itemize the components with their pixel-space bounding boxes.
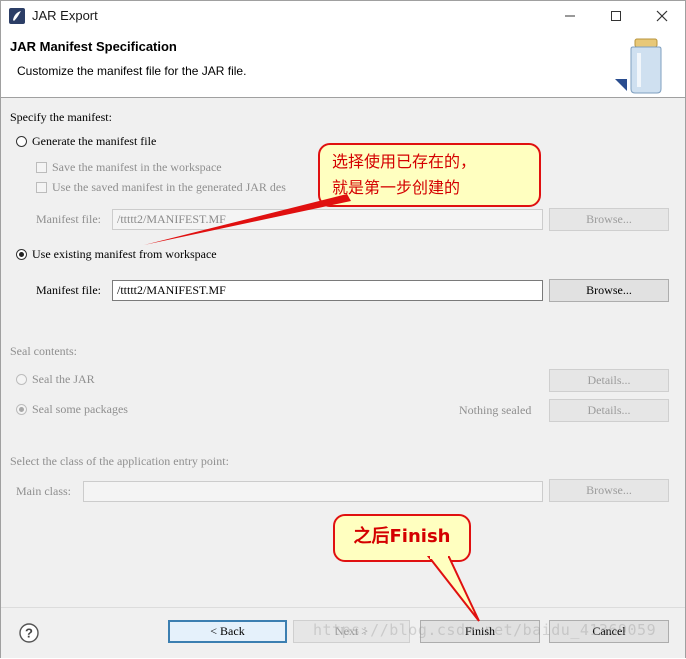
use-saved-manifest-label: Use the saved manifest in the generated … bbox=[52, 180, 286, 194]
seal-jar-label: Seal the JAR bbox=[32, 372, 95, 386]
seal-packages-radio[interactable] bbox=[16, 404, 27, 415]
seal-section-label: Seal contents: bbox=[10, 344, 77, 358]
back-button[interactable]: < Back bbox=[168, 620, 287, 643]
generate-manifest-file-label: Manifest file: bbox=[36, 212, 101, 226]
eclipse-jar-icon bbox=[9, 8, 25, 24]
main-class-label: Main class: bbox=[16, 484, 71, 498]
svg-text:?: ? bbox=[25, 626, 33, 641]
manifest-section-label: Specify the manifest: bbox=[10, 110, 112, 124]
minimize-icon bbox=[565, 15, 575, 17]
seal-packages-label: Seal some packages bbox=[32, 402, 128, 416]
use-existing-manifest-label[interactable]: Use existing manifest from workspace bbox=[32, 247, 217, 262]
generate-browse-button[interactable]: Browse... bbox=[549, 208, 669, 231]
minimize-button[interactable] bbox=[547, 1, 593, 31]
close-button[interactable] bbox=[639, 1, 685, 31]
callout-top-line1: 选择使用已存在的， bbox=[332, 152, 477, 171]
page-title: JAR Manifest Specification bbox=[10, 39, 177, 54]
existing-manifest-file-field[interactable]: /ttttt2/MANIFEST.MF bbox=[112, 280, 543, 301]
existing-browse-button[interactable]: Browse... bbox=[549, 279, 669, 302]
close-icon bbox=[656, 10, 668, 22]
use-saved-manifest-checkbox[interactable] bbox=[36, 182, 47, 193]
save-manifest-checkbox[interactable] bbox=[36, 162, 47, 173]
seal-jar-details-button[interactable]: Details... bbox=[549, 369, 669, 392]
generate-manifest-label[interactable]: Generate the manifest file bbox=[32, 134, 156, 149]
save-manifest-label: Save the manifest in the workspace bbox=[52, 160, 222, 174]
wizard-header: JAR Manifest Specification Customize the… bbox=[1, 31, 685, 98]
main-class-browse-button[interactable]: Browse... bbox=[549, 479, 669, 502]
maximize-icon bbox=[611, 11, 621, 21]
maximize-button[interactable] bbox=[593, 1, 639, 31]
callout-top: 选择使用已存在的， 就是第一步创建的 bbox=[318, 143, 541, 207]
page-description: Customize the manifest file for the JAR … bbox=[17, 64, 247, 78]
existing-manifest-file-label: Manifest file: bbox=[36, 283, 101, 297]
jar-banner-icon bbox=[615, 38, 662, 94]
generate-manifest-radio[interactable] bbox=[16, 136, 27, 147]
title-bar: JAR Export bbox=[1, 1, 685, 31]
jar-export-window: JAR Export JAR Manifest Specification Cu… bbox=[0, 0, 686, 658]
use-existing-manifest-radio[interactable] bbox=[16, 249, 27, 260]
help-icon[interactable]: ? bbox=[19, 623, 39, 643]
seal-jar-radio[interactable] bbox=[16, 374, 27, 385]
main-class-field[interactable] bbox=[83, 481, 543, 502]
callout-bottom: 之后Finish bbox=[333, 514, 471, 562]
window-title: JAR Export bbox=[32, 8, 98, 23]
entry-point-section-label: Select the class of the application entr… bbox=[10, 454, 229, 468]
callout-top-line2: 就是第一步创建的 bbox=[332, 178, 461, 197]
callout-bottom-text: 之后Finish bbox=[353, 526, 451, 547]
generate-manifest-file-field[interactable]: /ttttt2/MANIFEST.MF bbox=[112, 209, 543, 230]
nothing-sealed-label: Nothing sealed bbox=[459, 403, 532, 417]
seal-packages-details-button[interactable]: Details... bbox=[549, 399, 669, 422]
watermark: https://blog.csdn.net/baidu_41369059 bbox=[313, 621, 657, 639]
